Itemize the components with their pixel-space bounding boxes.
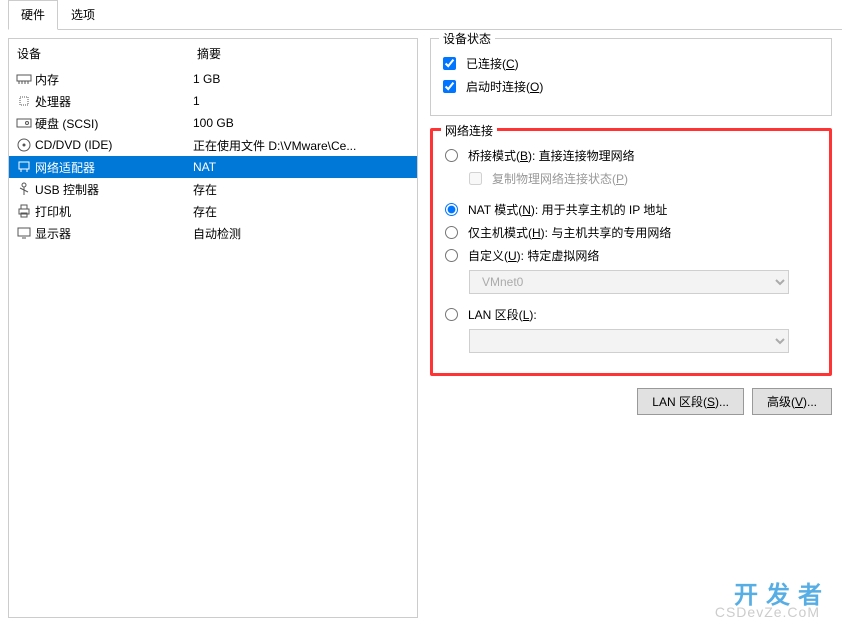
device-summary: 自动检测: [193, 225, 411, 242]
custom-radio[interactable]: [445, 249, 458, 262]
tab-hardware[interactable]: 硬件: [8, 0, 58, 30]
device-summary: 存在: [193, 203, 411, 220]
device-row[interactable]: CD/DVD (IDE)正在使用文件 D:\VMware\Ce...: [9, 134, 417, 156]
device-name: 打印机: [33, 203, 193, 220]
device-name: 显示器: [33, 225, 193, 242]
replicate-label: 复制物理网络连接状态(P): [492, 170, 628, 187]
net-icon: [15, 159, 33, 175]
device-row[interactable]: 硬盘 (SCSI)100 GB: [9, 112, 417, 134]
device-name: 内存: [33, 71, 193, 88]
device-row[interactable]: 打印机存在: [9, 200, 417, 222]
device-row[interactable]: 处理器1: [9, 90, 417, 112]
bridged-radio[interactable]: [445, 149, 458, 162]
device-name: 处理器: [33, 93, 193, 110]
memory-icon: [15, 73, 33, 85]
device-name: 网络适配器: [33, 159, 193, 176]
device-status-legend: 设备状态: [439, 30, 495, 47]
device-summary: NAT: [193, 160, 411, 174]
device-row[interactable]: 网络适配器NAT: [9, 156, 417, 178]
lan-segments-button[interactable]: LAN 区段(S)...: [637, 388, 744, 415]
lanseg-radio[interactable]: [445, 308, 458, 321]
nat-label[interactable]: NAT 模式(N): 用于共享主机的 IP 地址: [468, 201, 667, 218]
device-summary: 正在使用文件 D:\VMware\Ce...: [193, 137, 411, 154]
device-name: USB 控制器: [33, 181, 193, 198]
tab-options[interactable]: 选项: [58, 0, 108, 29]
usb-icon: [15, 181, 33, 197]
device-name: CD/DVD (IDE): [33, 138, 193, 152]
device-row[interactable]: 内存1 GB: [9, 68, 417, 90]
hdd-icon: [15, 117, 33, 129]
device-status-group: 设备状态 已连接(C) 启动时连接(O): [430, 38, 832, 116]
device-list: 设备 摘要 内存1 GB处理器1硬盘 (SCSI)100 GBCD/DVD (I…: [8, 38, 418, 618]
network-connection-group: 网络连接 桥接模式(B): 直接连接物理网络 复制物理网络连接状态(P) NAT…: [430, 128, 832, 376]
device-name: 硬盘 (SCSI): [33, 115, 193, 132]
connect-on-start-checkbox[interactable]: [443, 80, 456, 93]
cd-icon: [15, 137, 33, 153]
nat-radio[interactable]: [445, 203, 458, 216]
bridged-label[interactable]: 桥接模式(B): 直接连接物理网络: [468, 147, 635, 164]
cpu-icon: [15, 93, 33, 109]
connected-checkbox[interactable]: [443, 57, 456, 70]
device-summary: 100 GB: [193, 116, 411, 130]
device-row[interactable]: USB 控制器存在: [9, 178, 417, 200]
device-summary: 1 GB: [193, 72, 411, 86]
custom-vmnet-select: VMnet0: [469, 270, 789, 294]
advanced-button[interactable]: 高级(V)...: [752, 388, 832, 415]
lanseg-select: [469, 329, 789, 353]
custom-label[interactable]: 自定义(U): 特定虚拟网络: [468, 247, 599, 264]
col-summary: 摘要: [197, 45, 409, 62]
connect-on-start-label[interactable]: 启动时连接(O): [466, 78, 543, 95]
connected-label[interactable]: 已连接(C): [466, 55, 519, 72]
device-row[interactable]: 显示器自动检测: [9, 222, 417, 244]
col-device: 设备: [17, 45, 197, 62]
device-summary: 存在: [193, 181, 411, 198]
tab-bar: 硬件 选项: [8, 0, 842, 30]
hostonly-radio[interactable]: [445, 226, 458, 239]
device-summary: 1: [193, 94, 411, 108]
printer-icon: [15, 204, 33, 218]
lanseg-label[interactable]: LAN 区段(L):: [468, 306, 537, 323]
display-icon: [15, 226, 33, 240]
replicate-checkbox: [469, 172, 482, 185]
network-connection-legend: 网络连接: [441, 122, 497, 139]
hostonly-label[interactable]: 仅主机模式(H): 与主机共享的专用网络: [468, 224, 671, 241]
